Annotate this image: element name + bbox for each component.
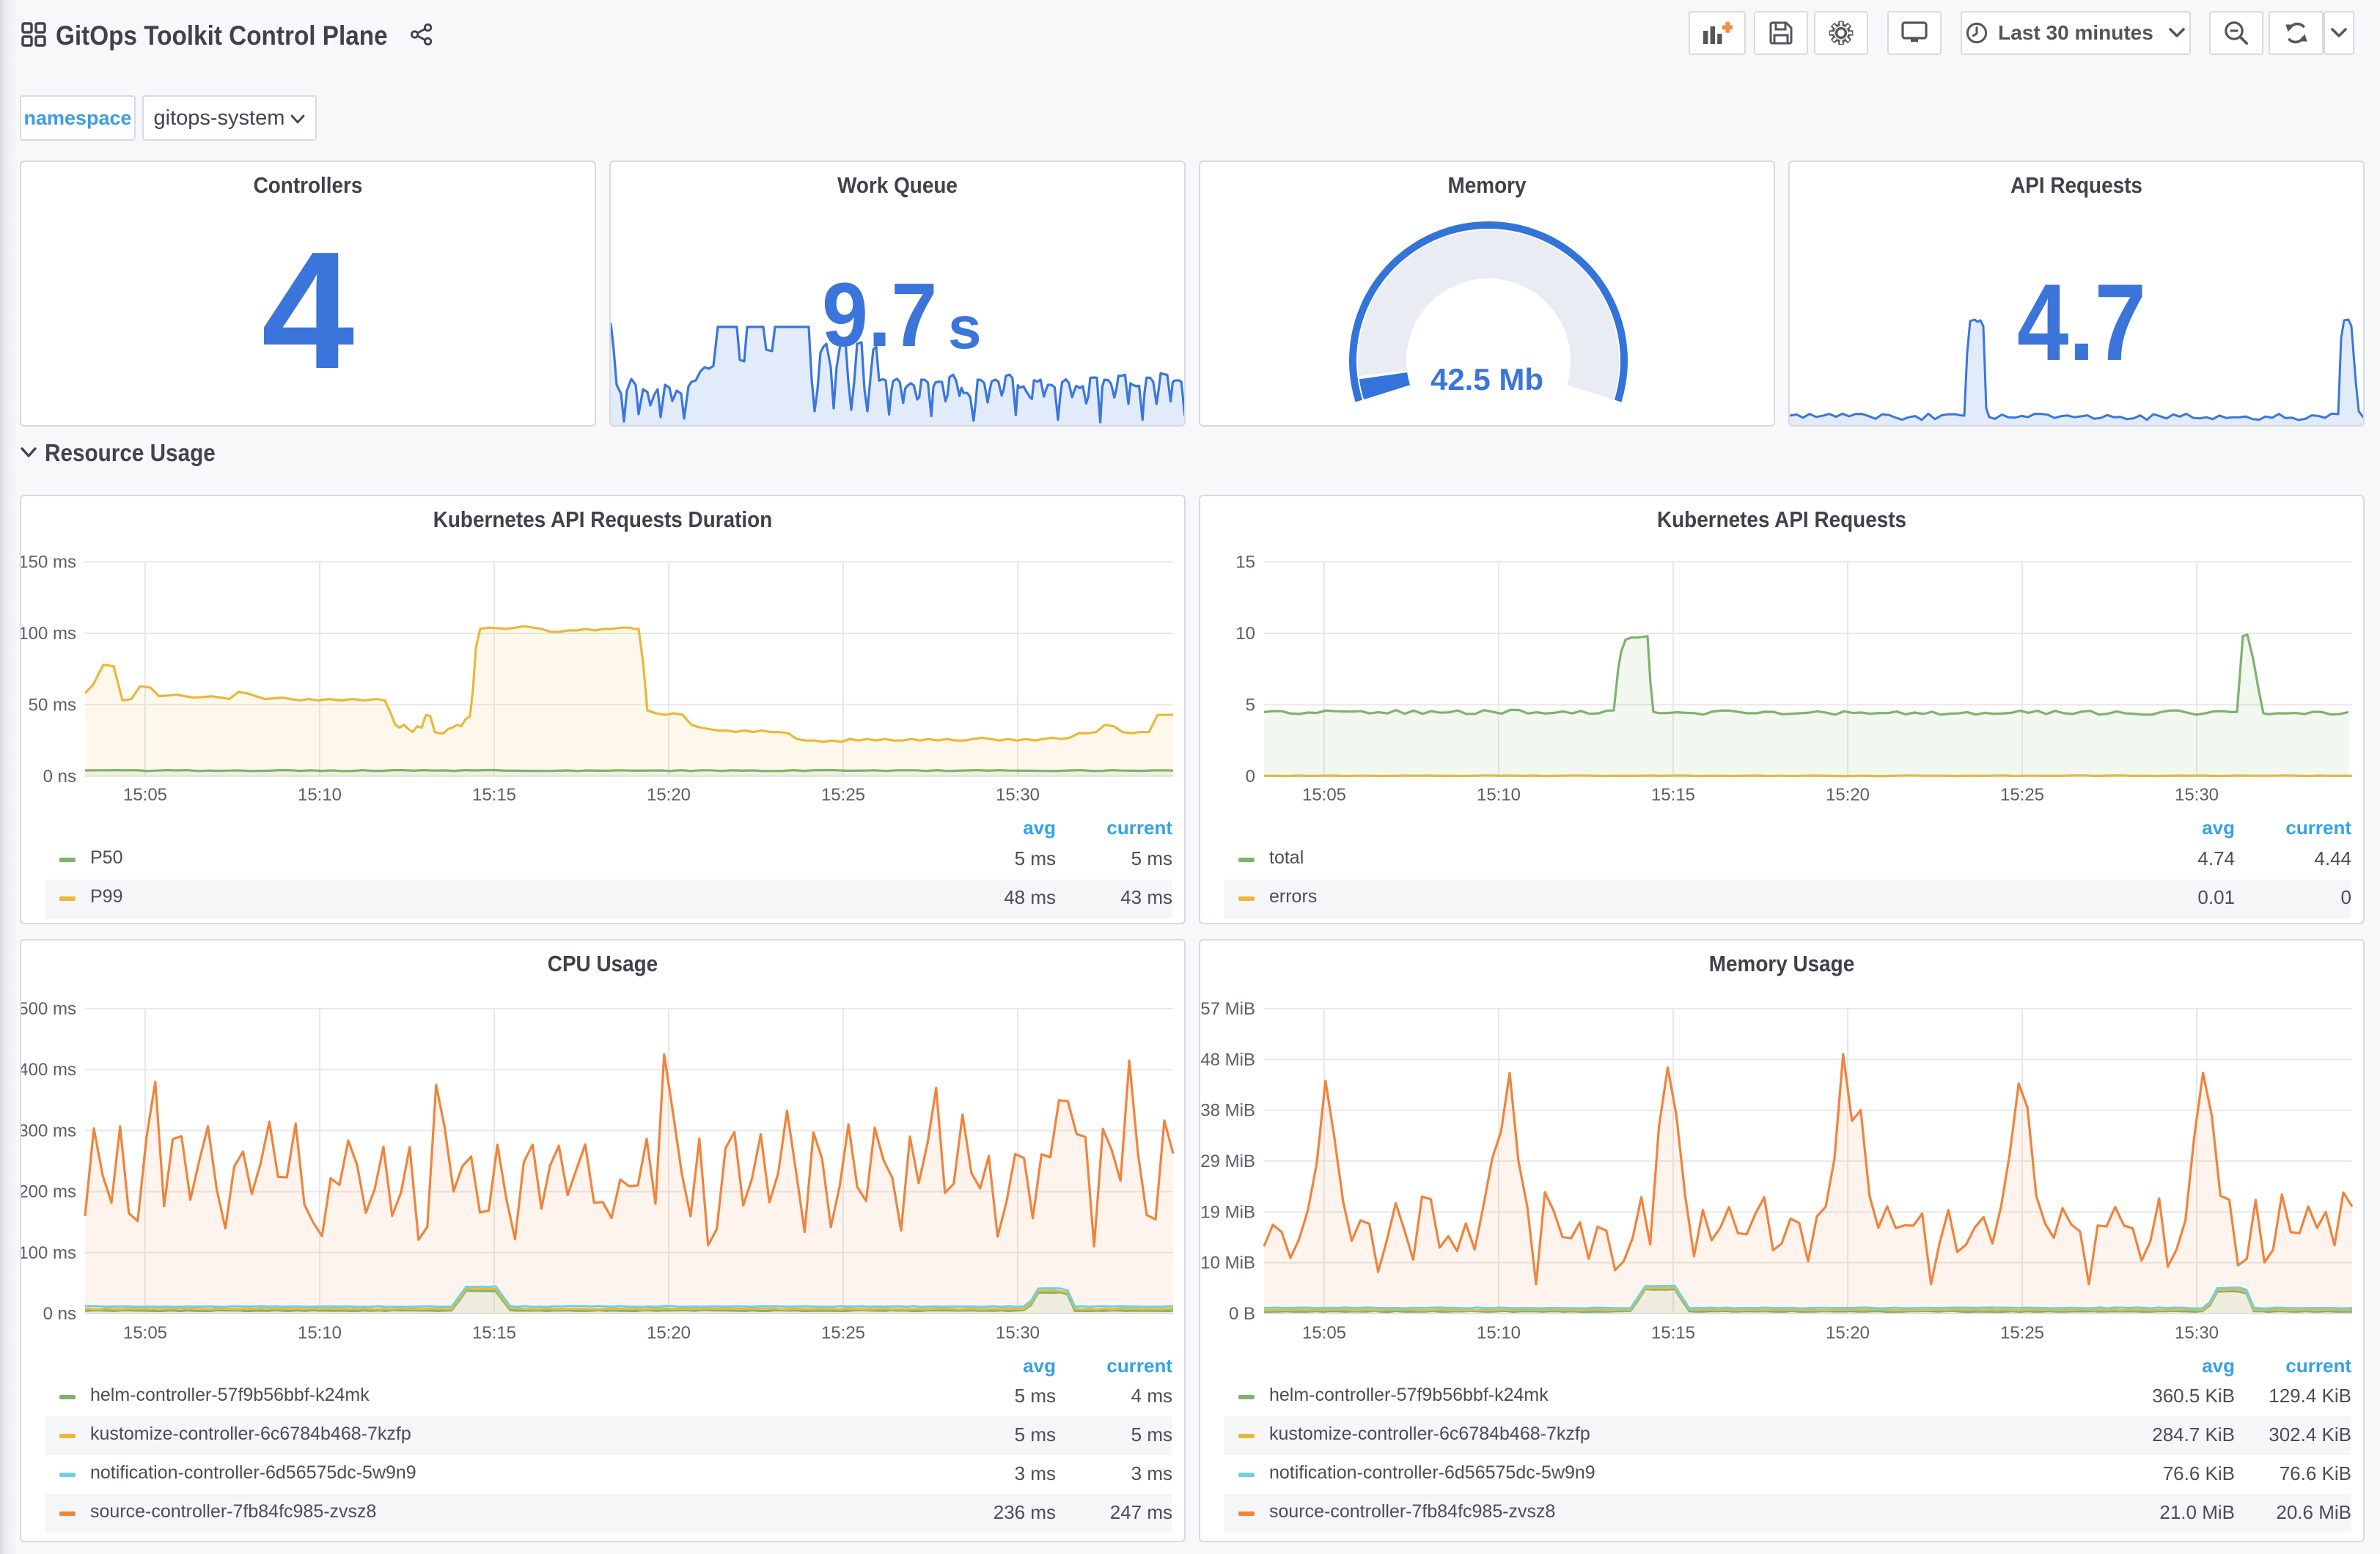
svg-text:15:25: 15:25	[2000, 1323, 2044, 1343]
svg-text:38 MiB: 38 MiB	[1200, 1101, 1255, 1121]
svg-text:5: 5	[1246, 695, 1255, 715]
svg-text:15:20: 15:20	[1826, 1323, 1870, 1343]
svg-text:29 MiB: 29 MiB	[1200, 1152, 1255, 1171]
svg-text:500 ms: 500 ms	[21, 999, 76, 1019]
svg-text:15:05: 15:05	[123, 1323, 167, 1343]
svg-text:15:25: 15:25	[2000, 785, 2044, 805]
svg-text:15:20: 15:20	[647, 1323, 691, 1343]
svg-text:15:15: 15:15	[472, 1323, 516, 1343]
svg-text:0 ns: 0 ns	[43, 1304, 76, 1324]
svg-text:15:25: 15:25	[821, 1323, 865, 1343]
svg-text:15:30: 15:30	[996, 785, 1040, 805]
svg-text:150 ms: 150 ms	[21, 552, 76, 572]
svg-text:15:05: 15:05	[1302, 1323, 1346, 1343]
svg-text:15:10: 15:10	[298, 1323, 342, 1343]
svg-text:15:05: 15:05	[1302, 785, 1346, 805]
svg-text:0: 0	[1246, 767, 1255, 787]
svg-text:300 ms: 300 ms	[21, 1121, 76, 1141]
svg-text:200 ms: 200 ms	[21, 1182, 76, 1202]
svg-text:15:10: 15:10	[298, 785, 342, 805]
svg-text:15:15: 15:15	[1651, 785, 1695, 805]
svg-text:400 ms: 400 ms	[21, 1060, 76, 1080]
svg-text:10: 10	[1235, 624, 1255, 644]
svg-text:15:30: 15:30	[2175, 1323, 2219, 1343]
svg-text:57 MiB: 57 MiB	[1200, 999, 1255, 1019]
svg-text:48 MiB: 48 MiB	[1200, 1050, 1255, 1069]
svg-text:19 MiB: 19 MiB	[1200, 1202, 1255, 1222]
svg-text:15:25: 15:25	[821, 785, 865, 805]
svg-text:15:30: 15:30	[2175, 785, 2219, 805]
svg-text:15:20: 15:20	[1826, 785, 1870, 805]
svg-text:0 ns: 0 ns	[43, 767, 76, 787]
svg-text:15:15: 15:15	[472, 785, 516, 805]
svg-text:100 ms: 100 ms	[21, 624, 76, 644]
svg-text:15:15: 15:15	[1651, 1323, 1695, 1343]
svg-text:15:10: 15:10	[1477, 1323, 1521, 1343]
svg-text:15:10: 15:10	[1477, 785, 1521, 805]
svg-text:50 ms: 50 ms	[29, 695, 76, 715]
svg-text:0 B: 0 B	[1229, 1304, 1255, 1324]
svg-text:15:05: 15:05	[123, 785, 167, 805]
svg-text:10 MiB: 10 MiB	[1200, 1253, 1255, 1273]
svg-text:15: 15	[1235, 552, 1255, 572]
svg-text:100 ms: 100 ms	[21, 1243, 76, 1263]
svg-text:15:20: 15:20	[647, 785, 691, 805]
svg-text:15:30: 15:30	[996, 1323, 1040, 1343]
